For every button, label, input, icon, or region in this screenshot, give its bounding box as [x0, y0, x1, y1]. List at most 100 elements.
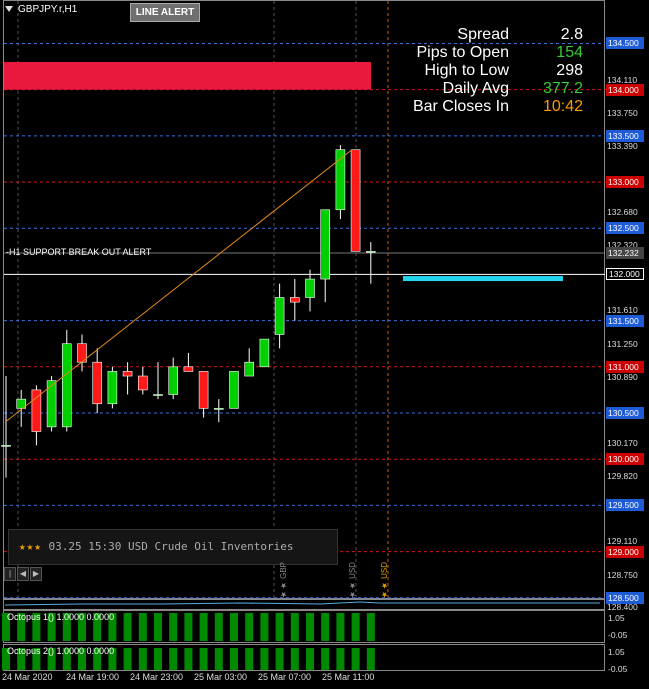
candle-body[interactable] [31, 389, 42, 432]
octopus-1-bar [199, 613, 208, 641]
price-tag: 132.500 [606, 222, 644, 235]
candle-body[interactable] [61, 343, 72, 428]
price-tag: 133.000 [606, 176, 644, 189]
line-alert-button[interactable]: LINE ALERT [130, 3, 200, 22]
octopus-1-bar [336, 613, 345, 641]
price-axis-label: 132.680 [607, 206, 638, 217]
price-axis-label: 129.820 [607, 470, 638, 481]
time-axis-label: 24 Mar 23:00 [130, 672, 184, 682]
price-tag: 130.000 [606, 453, 644, 466]
octopus-2-axis-top: 1.05 [608, 647, 625, 657]
octopus-2-bar [154, 648, 162, 670]
price-axis-label: 128.750 [607, 569, 638, 580]
octopus-1-bar [306, 613, 314, 641]
price-tag: 131.000 [606, 360, 644, 373]
price-axis-label: 131.250 [607, 338, 638, 349]
octopus-2-bar [230, 648, 238, 670]
supply-zone[interactable] [4, 61, 371, 90]
candle-body[interactable] [259, 338, 270, 368]
time-axis-label: 25 Mar 11:00 [322, 672, 375, 682]
news-event-text: 03.25 15:30 USD Crude Oil Inventories [48, 540, 294, 553]
candle-body[interactable] [198, 371, 209, 409]
candle-body[interactable] [320, 209, 331, 280]
hud-label: High to Low [424, 62, 510, 79]
candle-body[interactable] [1, 445, 11, 447]
hud-label: Pips to Open [416, 44, 510, 61]
octopus-2-bar [306, 648, 314, 670]
candle-body[interactable] [244, 361, 254, 377]
candle-body[interactable] [168, 366, 178, 395]
hud-label: Spread [457, 26, 509, 43]
alert-line-label: -H1 SUPPORT BREAK OUT ALERT [6, 247, 152, 257]
price-tag: 129.000 [606, 545, 644, 558]
mini-indicator-frame [3, 599, 605, 610]
octopus-1-bar [321, 613, 330, 641]
time-axis-label: 24 Mar 19:00 [66, 672, 120, 682]
hud-value: 154 [556, 44, 583, 61]
news-event-box[interactable]: ★★★ 03.25 15:30 USD Crude Oil Inventorie… [8, 529, 338, 565]
event-marker-usd[interactable]: ★★ USD [348, 562, 357, 599]
octopus-2-bar [214, 648, 223, 670]
price-axis-label: 133.750 [607, 107, 638, 118]
octopus-1-bar [230, 613, 238, 641]
candle-body[interactable] [122, 371, 133, 377]
octopus-1-bar [214, 613, 223, 641]
price-tag: 130.500 [606, 407, 644, 419]
trend-line[interactable] [4, 149, 353, 423]
octopus-1-bar [290, 613, 299, 641]
octopus-2-bar [336, 648, 345, 670]
octopus-2-bar [321, 648, 330, 670]
candle-body[interactable] [365, 251, 376, 253]
news-importance-stars: ★★★ [19, 540, 42, 553]
time-axis-label: 25 Mar 07:00 [258, 672, 312, 682]
candle-body[interactable] [289, 297, 300, 303]
candle-body[interactable] [229, 371, 239, 409]
candle-body[interactable] [107, 371, 118, 405]
octopus-2-bar [199, 648, 208, 670]
hud-value: 298 [556, 62, 583, 79]
hud-value: 2.8 [560, 26, 583, 43]
octopus-1-axis-bottom: -0.05 [608, 630, 628, 640]
candle-body[interactable] [305, 278, 315, 298]
octopus-2-bar [351, 648, 360, 670]
price-tag: 129.500 [606, 499, 644, 512]
candle-body[interactable] [183, 366, 194, 372]
price-tag: 128.500 [606, 591, 644, 604]
octopus-1-bar [260, 613, 269, 641]
candle-body[interactable] [350, 149, 361, 252]
cyan-zone-bar[interactable] [403, 276, 563, 282]
octopus-1-bar [351, 613, 360, 641]
scroll-right-button[interactable]: ▶ [30, 567, 42, 581]
candle-body[interactable] [92, 361, 102, 405]
octopus-1-title: Octopus 1() 1.0000 0.0000 [7, 612, 115, 622]
candle-body[interactable] [153, 394, 163, 396]
octopus-1-bar [245, 613, 254, 641]
price-tag: 134.000 [606, 83, 644, 96]
octopus-2-bar [260, 648, 269, 670]
hud-value: 377.2 [542, 80, 583, 97]
price-tag: 132.232 [606, 246, 644, 259]
mini-indicator-line [4, 601, 600, 606]
time-axis-label: 24 Mar 2020 [2, 672, 53, 682]
hud-label: Daily Avg [442, 80, 509, 97]
price-tag: 134.500 [606, 37, 644, 50]
price-axis-label: 130.170 [607, 438, 638, 449]
event-marker-gbp[interactable]: ★★ GBP [279, 562, 288, 599]
octopus-2-title: Octopus 2() 1.0000 0.0000 [7, 646, 115, 656]
hud-label: Bar Closes In [412, 98, 509, 115]
candle-body[interactable] [214, 408, 224, 410]
price-axis-label: 133.390 [607, 141, 638, 152]
octopus-1-bar [154, 613, 162, 641]
scroll-home-button[interactable]: | [4, 567, 16, 581]
price-tag: 131.500 [606, 314, 644, 327]
chart-menu-icon[interactable] [5, 6, 13, 12]
price-tag: 132.000 [606, 268, 644, 281]
octopus-2-bar [275, 648, 284, 670]
octopus-1-bar [275, 613, 284, 641]
candle-body[interactable] [274, 297, 285, 335]
event-marker-usd[interactable]: ★★ USD [380, 562, 389, 599]
scroll-left-button[interactable]: ◀ [17, 567, 29, 581]
octopus-2-bar [184, 648, 193, 670]
octopus-2-axis-bottom: -0.05 [608, 664, 628, 674]
candle-body[interactable] [138, 375, 148, 391]
